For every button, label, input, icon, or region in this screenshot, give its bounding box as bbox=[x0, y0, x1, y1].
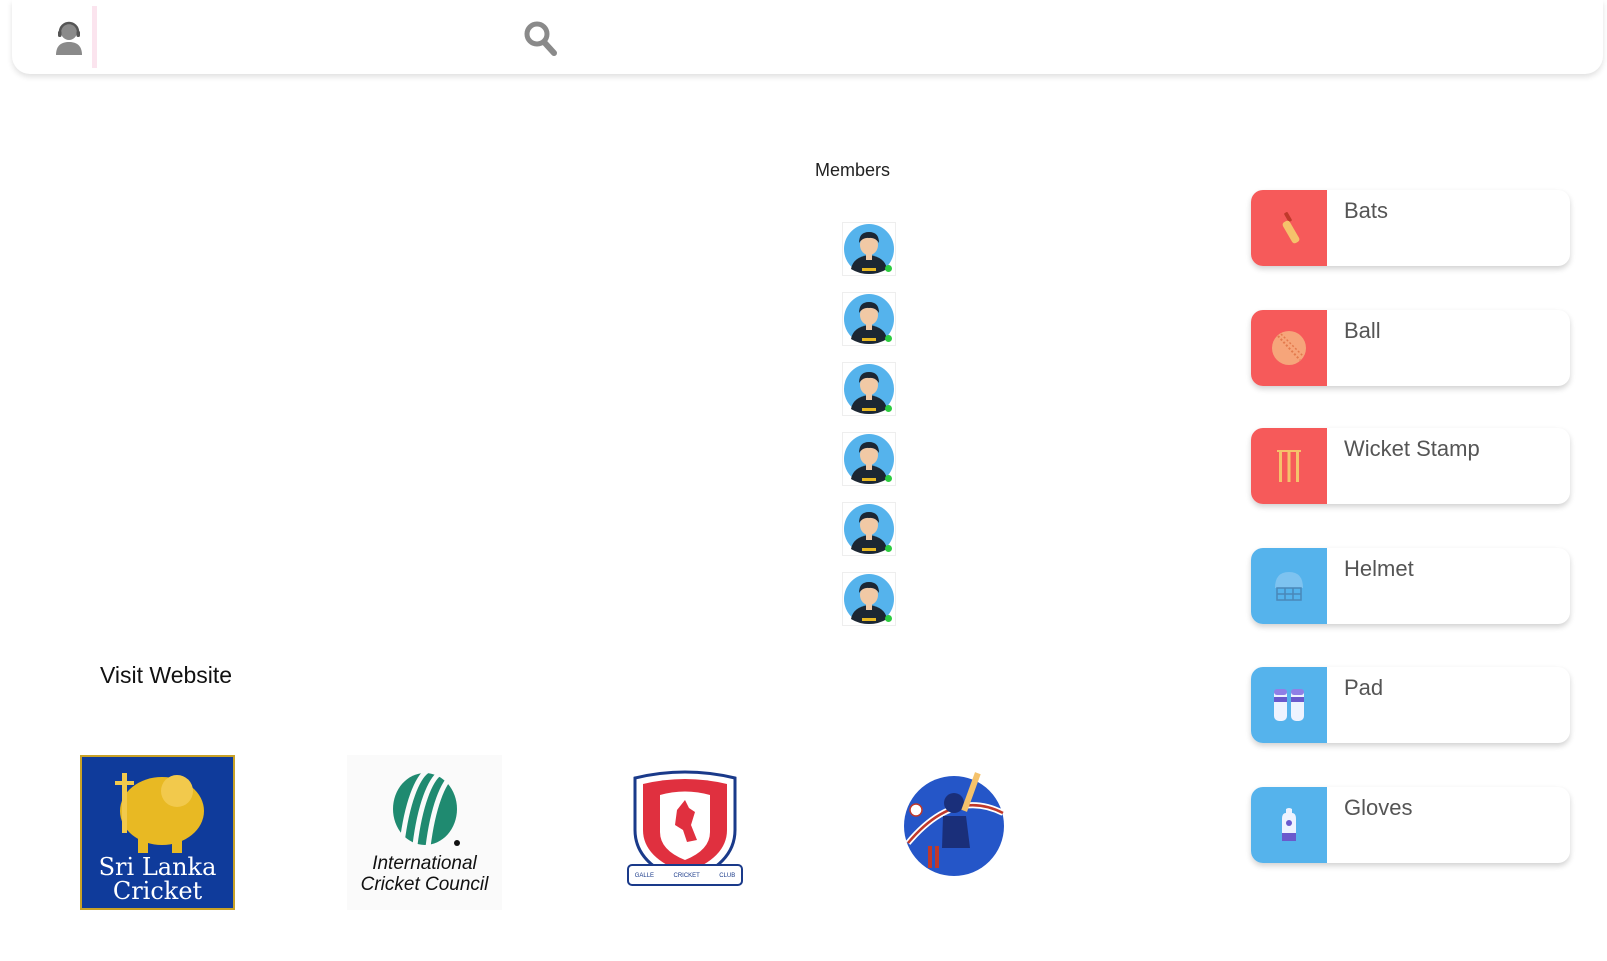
ball-icon bbox=[1251, 310, 1327, 386]
visit-website-title: Visit Website bbox=[100, 662, 233, 688]
icc-logo[interactable]: International Cricket Council bbox=[347, 755, 502, 910]
band-word: CLUB bbox=[719, 873, 736, 879]
equipment-card-pad[interactable]: Pad bbox=[1251, 667, 1570, 743]
equipment-label: Helmet bbox=[1344, 556, 1414, 581]
online-status-dot bbox=[885, 335, 892, 342]
online-status-dot bbox=[885, 475, 892, 482]
customer-support-icon[interactable] bbox=[54, 21, 84, 55]
equipment-label: Gloves bbox=[1344, 795, 1413, 820]
member-avatar[interactable] bbox=[842, 432, 896, 486]
pad-icon bbox=[1251, 667, 1327, 743]
members-title: Members bbox=[815, 160, 891, 180]
band-word: GALLE bbox=[634, 873, 655, 879]
sri-lanka-cricket-logo[interactable]: Sri Lanka Cricket bbox=[80, 755, 235, 910]
online-status-dot bbox=[885, 545, 892, 552]
galle-band: GALLE CRICKET CLUB bbox=[625, 865, 745, 887]
equipment-label: Bats bbox=[1344, 198, 1389, 223]
wicket-icon bbox=[1251, 428, 1327, 504]
online-status-dot bbox=[885, 265, 892, 272]
online-status-dot bbox=[885, 405, 892, 412]
online-status-dot bbox=[885, 615, 892, 622]
bat-icon bbox=[1251, 190, 1327, 266]
equipment-card-bats[interactable]: Bats bbox=[1251, 190, 1570, 266]
equipment-card-helmet[interactable]: Helmet bbox=[1251, 548, 1570, 624]
header-divider bbox=[92, 6, 97, 68]
member-avatar[interactable] bbox=[842, 502, 896, 556]
helmet-icon bbox=[1251, 548, 1327, 624]
logo-text-line1: International bbox=[372, 853, 477, 874]
band-word: CRICKET bbox=[673, 873, 700, 879]
equipment-card-gloves[interactable]: Gloves bbox=[1251, 787, 1570, 863]
equipment-card-ball[interactable]: Ball bbox=[1251, 310, 1570, 386]
logo-text-line2: Cricket bbox=[112, 877, 203, 905]
equipment-label: Pad bbox=[1344, 675, 1384, 700]
galle-cricket-club-logo[interactable]: GALLE CRICKET CLUB bbox=[625, 770, 745, 890]
equipment-label: Wicket Stamp bbox=[1344, 436, 1480, 461]
member-avatar[interactable] bbox=[842, 572, 896, 626]
logo-text-line2: Cricket Council bbox=[360, 874, 489, 895]
equipment-label: Ball bbox=[1344, 318, 1381, 343]
member-avatar[interactable] bbox=[842, 362, 896, 416]
cricket-batsman-logo[interactable] bbox=[898, 768, 1010, 880]
logo-text-line1: Sri Lanka bbox=[98, 853, 217, 881]
member-avatar[interactable] bbox=[842, 222, 896, 276]
member-avatar[interactable] bbox=[842, 292, 896, 346]
gloves-icon bbox=[1251, 787, 1327, 863]
top-bar bbox=[12, 0, 1603, 74]
search-icon[interactable] bbox=[523, 20, 557, 56]
equipment-card-wicket-stamp[interactable]: Wicket Stamp bbox=[1251, 428, 1570, 504]
